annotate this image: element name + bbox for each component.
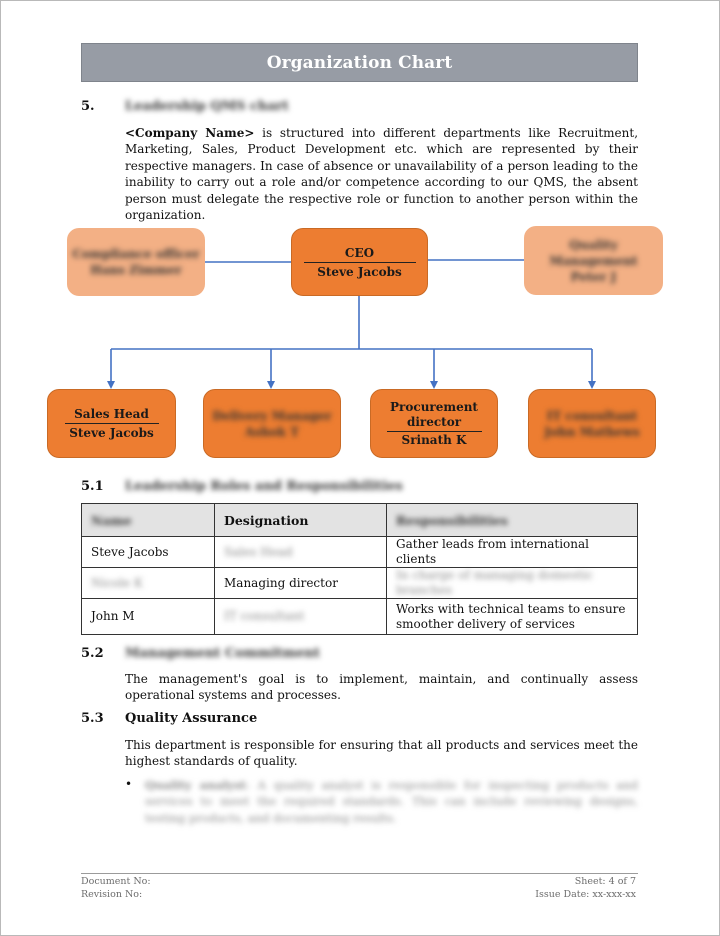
table-cell-responsibility: In charge of managing domestic branches bbox=[386, 567, 638, 599]
org-box-it-consultant: IT consultant John Mathews bbox=[528, 389, 656, 458]
table-header-name: Name bbox=[81, 503, 215, 537]
org-box-role: Delivery Manager bbox=[212, 408, 332, 423]
section-title: Leadership Roles and Responsibilities bbox=[125, 479, 403, 494]
table-header-designation: Designation bbox=[214, 503, 387, 537]
org-box-name: Srinath K bbox=[401, 432, 467, 447]
section-number: 5.2 bbox=[81, 646, 104, 661]
org-box-sales-head: Sales Head Steve Jacobs bbox=[47, 389, 176, 458]
org-box-divider bbox=[386, 430, 482, 432]
company-name-placeholder: <Company Name> bbox=[125, 126, 255, 140]
footer-revision-no: Revision No: bbox=[81, 888, 143, 900]
table-cell-name: John M bbox=[81, 598, 215, 635]
org-box-name: Ashok T bbox=[244, 424, 300, 439]
intro-text: is structured into different departments… bbox=[125, 126, 639, 223]
table-header-row: Name Designation Responsibilities bbox=[81, 503, 638, 537]
section-title: Leadership QMS chart bbox=[125, 99, 289, 114]
org-box-role: Sales Head bbox=[74, 407, 149, 421]
section-5-2-text: The management's goal is to implement, m… bbox=[125, 672, 638, 703]
section-5-2-heading: 5.2 Management Commitment bbox=[81, 646, 320, 661]
table-cell-designation: Managing director bbox=[214, 567, 387, 599]
section-title: Management Commitment bbox=[125, 646, 321, 661]
intro-paragraph: <Company Name> is structured into differ… bbox=[125, 125, 638, 223]
org-box-role: Compliance officer bbox=[72, 247, 200, 261]
org-box-compliance-officer: Compliance officer Hans Zimmer bbox=[67, 228, 205, 296]
section-5-3-heading: 5.3 Quality Assurance bbox=[81, 711, 257, 726]
org-box-role: CEO bbox=[344, 245, 375, 260]
org-box-name: Hans Zimmer bbox=[90, 263, 182, 277]
document-page: Organization Chart 5. Leadership QMS cha… bbox=[0, 0, 720, 936]
footer-right: Sheet: 4 of 7 Issue Date: xx-xxx-xx bbox=[535, 876, 636, 901]
roles-table: Name Designation Responsibilities Steve … bbox=[81, 503, 638, 635]
org-box-role: IT consultant bbox=[546, 408, 638, 423]
document-title: Organization Chart bbox=[266, 52, 453, 73]
table-header-responsibilities: Responsibilities bbox=[386, 503, 638, 537]
table-cell-responsibility: Works with technical teams to ensure smo… bbox=[386, 598, 638, 635]
bullet-item: • Quality analyst: A quality analyst is … bbox=[125, 777, 638, 826]
section-number: 5.1 bbox=[81, 479, 104, 494]
section-number: 5. bbox=[81, 99, 95, 114]
org-box-divider bbox=[303, 261, 416, 263]
section-5-3-text: This department is responsible for ensur… bbox=[125, 738, 638, 769]
org-box-name: Peter J bbox=[570, 269, 617, 284]
footer-sheet: Sheet: 4 of 7 bbox=[574, 876, 636, 887]
bullet-icon: • bbox=[125, 777, 133, 791]
table-cell-responsibility: Gather leads from international clients bbox=[386, 536, 638, 568]
org-box-divider bbox=[64, 423, 159, 424]
table-row: Nicole K Managing director In charge of … bbox=[81, 567, 638, 599]
document-title-bar: Organization Chart bbox=[81, 43, 638, 82]
footer-left: Document No: Revision No: bbox=[81, 876, 151, 901]
section-5-heading: 5. Leadership QMS chart bbox=[81, 99, 289, 114]
section-title: Quality Assurance bbox=[125, 711, 258, 726]
footer-divider bbox=[81, 873, 638, 874]
org-box-name: John Mathews bbox=[544, 424, 640, 439]
table-cell-name: Nicole K bbox=[81, 567, 215, 599]
org-box-procurement-director: Procurement director Srinath K bbox=[370, 389, 498, 458]
section-number: 5.3 bbox=[81, 711, 104, 726]
table-row: Steve Jacobs Sales Head Gather leads fro… bbox=[81, 536, 638, 568]
footer-document-no: Document No: bbox=[81, 876, 151, 887]
org-box-name: Steve Jacobs bbox=[317, 264, 402, 279]
org-box-delivery-manager: Delivery Manager Ashok T bbox=[203, 389, 341, 458]
table-cell-designation: Sales Head bbox=[214, 536, 387, 568]
org-box-role: Procurement director bbox=[390, 399, 478, 429]
org-box-quality-management: Quality Management Peter J bbox=[524, 226, 663, 295]
table-cell-name: Steve Jacobs bbox=[81, 536, 215, 568]
bullet-text: Quality analyst: A quality analyst is re… bbox=[145, 778, 639, 825]
table-cell-designation: IT consultant bbox=[214, 598, 387, 635]
org-box-role: Quality Management bbox=[549, 237, 638, 268]
section-5-1-heading: 5.1 Leadership Roles and Responsibilitie… bbox=[81, 479, 403, 494]
footer-issue-date: Issue Date: xx-xxx-xx bbox=[535, 888, 636, 900]
table-row: John M IT consultant Works with technica… bbox=[81, 598, 638, 635]
org-box-name: Steve Jacobs bbox=[69, 426, 154, 440]
org-box-ceo: CEO Steve Jacobs bbox=[291, 228, 428, 296]
